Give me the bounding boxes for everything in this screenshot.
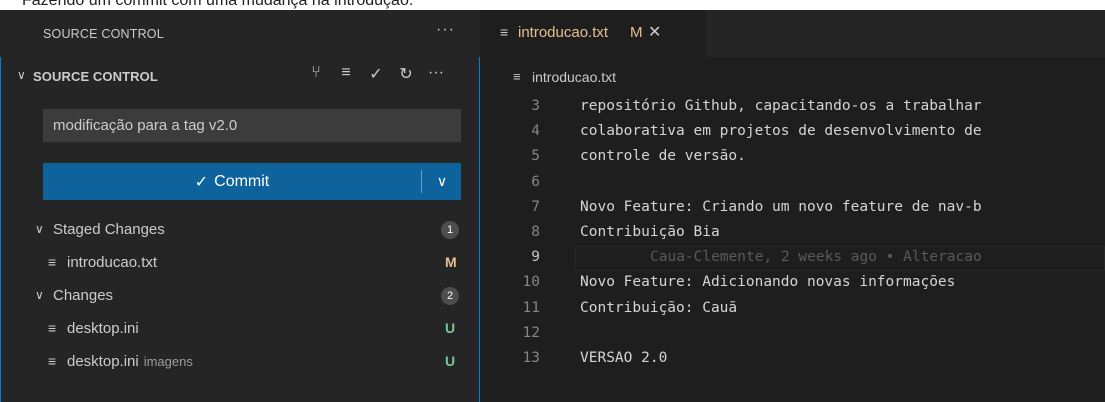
code-line[interactable]: 6 [480,171,1105,196]
line-text: VERSAO 2.0 [580,350,668,366]
chevron-down-icon[interactable]: ∨ [17,68,26,82]
line-text: Contribuição: Cauã [580,299,738,316]
close-icon[interactable]: ✕ [648,22,661,42]
chevron-down-icon: ∨ [35,288,44,302]
commit-check-icon[interactable]: ✓ [367,64,385,84]
file-name-with-dir: desktop.ini imagens [67,353,193,370]
line-number: 7 [531,198,540,215]
sidebar-title-bar: SOURCE CONTROL ··· [0,10,480,57]
file-row-introducao[interactable]: ≡ introducao.txt M [1,246,479,279]
count-badge: 2 [441,287,459,305]
screenshot-caption: Fazendo um commit com uma mudança na int… [22,0,414,9]
commit-button-label: Commit [214,172,270,190]
count-badge: 1 [441,221,459,239]
code-line[interactable]: 11 Contribuição: Cauã [480,297,1105,322]
file-name: desktop.ini [67,320,139,337]
source-control-panel: ∨ SOURCE CONTROL ⑂ ≡ ✓ ↻ ··· ✓ Commit ∨ [0,57,480,402]
text-file-icon: ≡ [500,24,509,40]
graph-icon[interactable]: ⑂ [307,64,325,84]
line-number: 11 [522,299,540,316]
line-number: 10 [522,274,540,291]
line-text: Novo Feature: Criando um novo feature de… [580,198,982,215]
code-line[interactable]: 12 [480,322,1105,347]
commit-button[interactable]: ✓ Commit [43,163,421,200]
text-file-icon: ≡ [48,353,57,369]
code-line[interactable]: 5 controle de versão. [480,145,1105,170]
changes-group[interactable]: ∨ Changes 2 [1,279,479,312]
tab-introducao[interactable]: ≡ introducao.txt M ✕ [480,10,706,57]
file-row-desktop-ini-imagens[interactable]: ≡ desktop.ini imagens U [1,345,479,378]
line-number: 4 [531,123,540,140]
code-line[interactable]: 10 Novo Feature: Adicionando novas inform… [480,271,1105,296]
breadcrumb: ≡ introducao.txt [480,57,1105,95]
line-text: repositório Github, capacitando-os a tra… [580,98,982,114]
source-control-actions: ⑂ ≡ ✓ ↻ ··· [307,64,445,84]
code-line[interactable]: 8 Contribuição Bia [480,221,1105,246]
tab-label: introducao.txt [518,24,609,41]
line-text: Novo Feature: Adicionando novas informaç… [580,274,956,291]
file-directory: imagens [143,354,193,369]
sidebar-more-icon[interactable]: ··· [436,21,455,39]
editor-area: ≡ introducao.txt M ✕ ≡ introducao.txt 3 r… [480,10,1105,402]
code-line[interactable]: 7 Novo Feature: Criando um novo feature d… [480,196,1105,221]
sidebar: SOURCE CONTROL ··· ∨ SOURCE CONTROL ⑂ ≡ … [0,10,480,402]
breadcrumb-item[interactable]: introducao.txt [532,69,616,85]
vscode-window: SOURCE CONTROL ··· ∨ SOURCE CONTROL ⑂ ≡ … [0,10,1105,402]
sidebar-title: SOURCE CONTROL [43,27,164,41]
source-control-header[interactable]: ∨ SOURCE CONTROL ⑂ ≡ ✓ ↻ ··· [1,57,479,95]
file-row-desktop-ini[interactable]: ≡ desktop.ini U [1,312,479,345]
line-number: 9 [531,249,540,266]
commit-dropdown-button[interactable]: ∨ [423,163,461,200]
text-file-icon: ≡ [513,69,521,84]
refresh-icon[interactable]: ↻ [397,64,415,84]
line-text: controle de versão. [580,148,746,165]
line-number: 12 [522,324,540,341]
text-file-icon: ≡ [48,320,57,336]
modified-indicator: M [630,24,643,41]
staged-changes-group[interactable]: ∨ Staged Changes 1 [1,213,479,246]
line-number: 13 [522,350,540,366]
git-blame-annotation: Caua-Clemente, 2 weeks ago • Alteracao [650,249,991,266]
line-number: 8 [531,224,540,240]
group-label: Staged Changes [53,221,165,238]
commit-message-input[interactable] [43,109,461,142]
line-text: colaborativa em projetos de desenvolvime… [580,123,982,140]
line-number: 3 [531,98,540,114]
line-text: Contribuição Bia [580,224,720,240]
code-line[interactable]: 3 repositório Github, capacitando-os a tr… [480,95,1105,120]
file-name: desktop.ini [67,353,139,370]
text-file-icon: ≡ [48,254,57,270]
status-untracked: U [445,320,456,336]
status-modified: M [445,254,457,270]
code-line[interactable]: 9 Caua-Clemente, 2 weeks ago • Alteracao [480,246,1105,272]
more-actions-icon[interactable]: ··· [427,64,445,84]
check-icon: ✓ [194,173,209,191]
chevron-down-icon: ∨ [35,222,44,236]
line-number: 5 [531,148,540,165]
chevron-down-icon: ∨ [436,173,448,189]
line-number: 6 [531,173,540,190]
file-name: introducao.txt [67,254,158,271]
group-label: Changes [53,287,114,304]
code-line[interactable]: 13 VERSAO 2.0 [480,347,1105,372]
source-control-title: SOURCE CONTROL [33,69,158,84]
status-untracked: U [445,353,456,369]
view-as-tree-icon[interactable]: ≡ [337,64,355,84]
tab-bar: ≡ introducao.txt M ✕ [480,10,1105,57]
code-line[interactable]: 4 colaborativa em projetos de desenvolvim… [480,120,1105,145]
